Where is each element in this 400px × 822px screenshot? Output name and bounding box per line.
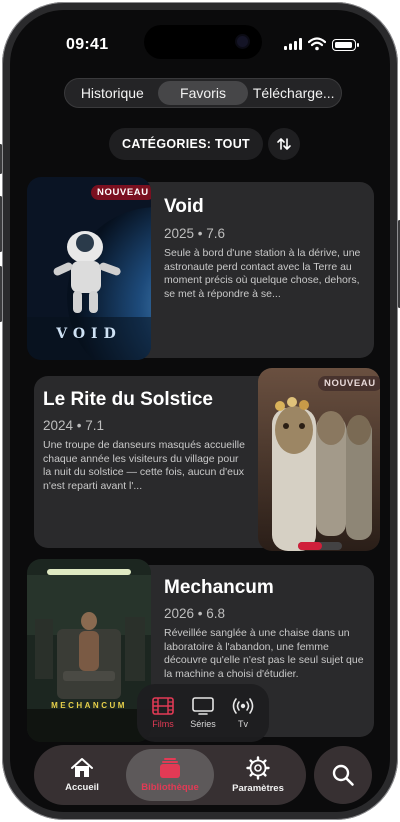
home-icon <box>71 758 93 777</box>
media-type-tv[interactable]: Tv <box>224 697 262 729</box>
volume-down-button <box>0 266 2 322</box>
watch-progress-fill <box>298 542 323 550</box>
movie-title: Mechancum <box>164 577 274 598</box>
poster-title: MECHANCUM <box>51 701 127 710</box>
poster-title: VOID <box>56 326 122 342</box>
media-type-series[interactable]: Séries <box>184 697 222 729</box>
movie-card-rite-du-solstice[interactable]: Le Rite du Solstice 2024 • 7.1 Une troup… <box>34 376 276 548</box>
movie-title: Void <box>164 196 204 217</box>
media-type-label: Tv <box>238 719 248 729</box>
media-type-label: Films <box>152 719 174 729</box>
segment-favoris[interactable]: Favoris <box>157 81 249 105</box>
movie-poster-void[interactable]: VOID NOUVEAU <box>27 177 151 360</box>
action-button <box>0 144 2 174</box>
watch-progress-bar <box>298 542 342 550</box>
movie-poster-mechancum[interactable]: MECHANCUM <box>27 559 151 742</box>
gear-icon <box>246 756 270 780</box>
tab-label: Bibliothèque <box>141 782 199 793</box>
tab-label: Accueil <box>65 782 99 793</box>
volume-up-button <box>0 196 2 252</box>
screen: 09:41 Historique Favoris Télécharge... C… <box>10 10 390 812</box>
cellular-signal-icon <box>284 38 302 50</box>
segment-telechargements[interactable]: Télécharge... <box>248 81 339 105</box>
film-icon <box>152 697 174 715</box>
movie-description: Une troupe de danseurs masqués accueille… <box>43 439 245 492</box>
battery-icon <box>332 39 359 51</box>
phone-frame: 09:41 Historique Favoris Télécharge... C… <box>0 2 400 820</box>
tab-parametres[interactable]: Paramètres <box>214 749 302 801</box>
category-filter-button[interactable]: CATÉGORIES: TOUT <box>109 128 263 160</box>
movie-meta: 2024 • 7.1 <box>43 418 105 433</box>
movie-description: Réveillée sanglée à une chaise dans un l… <box>164 627 364 680</box>
movie-meta: 2026 • 6.8 <box>164 606 226 621</box>
movie-title: Le Rite du Solstice <box>43 389 213 410</box>
tab-bibliotheque[interactable]: Bibliothèque <box>126 749 214 801</box>
tv-icon <box>192 697 214 715</box>
lab-chair-poster-image <box>27 559 151 742</box>
search-icon <box>332 764 354 786</box>
tab-label: Paramètres <box>232 783 284 794</box>
new-badge: NOUVEAU <box>91 185 151 200</box>
tab-bar: Accueil Bibliothèque Paramètres <box>34 745 306 805</box>
new-badge: NOUVEAU <box>318 376 380 391</box>
wifi-icon <box>308 37 326 51</box>
movie-poster-rite-du-solstice[interactable]: NOUVEAU <box>258 368 380 551</box>
media-type-films[interactable]: Films <box>144 697 182 729</box>
segment-historique[interactable]: Historique <box>67 81 158 105</box>
search-button[interactable] <box>314 746 372 804</box>
status-bar: 09:41 <box>10 10 390 64</box>
media-type-switcher: Films Séries Tv <box>137 684 269 742</box>
movie-description: Seule à bord d'une station à la dérive, … <box>164 247 361 300</box>
sort-button[interactable] <box>268 128 300 160</box>
sort-arrows-icon <box>277 138 291 150</box>
movie-meta: 2025 • 7.6 <box>164 226 226 241</box>
tab-accueil[interactable]: Accueil <box>38 749 126 801</box>
media-type-label: Séries <box>190 719 216 729</box>
dynamic-island <box>144 25 262 59</box>
status-time: 09:41 <box>66 36 109 53</box>
masked-dancers-poster-image <box>258 368 380 551</box>
library-icon <box>160 758 180 778</box>
broadcast-icon <box>232 698 254 714</box>
library-segmented-control: Historique Favoris Télécharge... <box>64 78 342 108</box>
